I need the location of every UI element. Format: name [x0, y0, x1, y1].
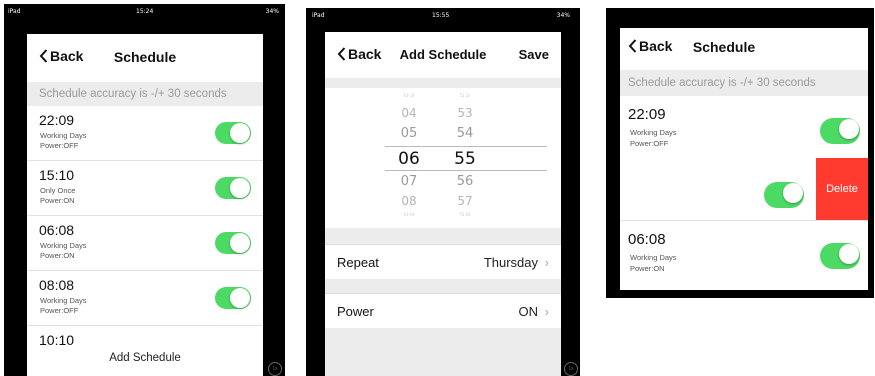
accuracy-note: Schedule accuracy is -/+ 30 seconds	[27, 82, 263, 106]
schedule-toggle[interactable]	[820, 118, 860, 144]
repeat-label: Repeat	[337, 255, 379, 270]
accuracy-note: Schedule accuracy is -/+ 30 seconds	[620, 70, 868, 96]
power-value-text: ON	[518, 304, 539, 319]
status-battery: 34%	[265, 8, 279, 15]
schedule-power: Power:OFF	[40, 141, 79, 150]
device-frame-add-schedule: iPad 15:55 34% Back Add Schedule Save 03…	[306, 8, 580, 376]
schedule-toggle[interactable]	[215, 232, 251, 254]
schedule-time: 22:09	[628, 106, 666, 123]
schedule-time: 15:10	[39, 167, 75, 183]
chevron-right-icon: ›	[544, 255, 549, 270]
schedule-toggle[interactable]	[764, 182, 804, 208]
schedule-power: Power:ON	[630, 264, 665, 273]
picker-hour[interactable]: 08	[389, 194, 429, 208]
picker-minute[interactable]: 54	[445, 126, 485, 141]
picker-hour[interactable]: 07	[389, 174, 429, 189]
add-schedule-button[interactable]: Add Schedule	[27, 352, 263, 364]
section-separator	[325, 279, 561, 293]
picker-selection-bottom	[385, 170, 547, 171]
screen: Back Schedule Schedule accuracy is -/+ 3…	[27, 34, 263, 376]
schedule-toggle[interactable]	[215, 287, 251, 309]
power-label: Power	[337, 304, 374, 319]
nav-bar: Back Schedule	[620, 28, 868, 70]
schedule-time: 06:08	[628, 231, 666, 248]
power-value: ON ›	[519, 304, 549, 319]
device-frame-schedule-list: iPad 15:24 34% Back Schedule Schedule ac…	[4, 4, 285, 376]
picker-hour[interactable]: 03	[389, 94, 429, 99]
picker-minute[interactable]: 58	[445, 213, 485, 218]
schedule-time: 10:10	[39, 332, 75, 348]
screen: Back Schedule Schedule accuracy is -/+ 3…	[620, 28, 868, 290]
schedule-row[interactable]: 22:09 Working Days Power:OFF	[27, 106, 263, 161]
device-frame-swipe-delete: Back Schedule Schedule accuracy is -/+ 3…	[606, 8, 874, 298]
status-bar: iPad 15:55 34%	[306, 8, 580, 22]
delete-button[interactable]: Delete	[816, 158, 868, 220]
power-row[interactable]: Power ON ›	[325, 293, 561, 329]
schedule-toggle[interactable]	[215, 177, 251, 199]
schedule-days: Working Days	[630, 128, 677, 137]
section-separator	[325, 228, 561, 244]
nav-bar: Back Schedule	[27, 34, 263, 82]
nav-bar: Back Add Schedule Save	[325, 32, 561, 78]
repeat-value-text: Thursday	[483, 255, 539, 270]
schedule-row[interactable]: 08:08 Working Days Power:OFF	[27, 271, 263, 326]
status-carrier: iPad	[8, 8, 21, 15]
zoom-badge: 1x	[564, 362, 578, 376]
schedule-row[interactable]: 10:10	[27, 326, 263, 376]
screen: Back Add Schedule Save 03 04 05 06 07 08…	[325, 32, 561, 376]
schedule-power: Power:OFF	[630, 139, 669, 148]
picker-hour[interactable]: 09	[389, 213, 429, 218]
schedule-power: Power:OFF	[40, 306, 79, 315]
status-carrier: iPad	[312, 12, 325, 19]
picker-minute[interactable]: 56	[445, 174, 485, 189]
picker-hour[interactable]: 05	[389, 126, 429, 141]
repeat-row[interactable]: Repeat Thursday ›	[325, 244, 561, 280]
chevron-right-icon: ›	[544, 304, 549, 319]
status-time: 15:24	[136, 8, 154, 15]
picker-selection-top	[385, 146, 547, 147]
schedule-power: Power:ON	[40, 251, 75, 260]
repeat-value: Thursday ›	[484, 255, 549, 270]
swiped-row[interactable]: Delete	[620, 158, 868, 221]
zoom-badge: 1x	[268, 362, 282, 376]
schedule-days: Working Days	[40, 241, 87, 250]
status-battery: 34%	[556, 12, 570, 19]
picker-hour-selected[interactable]: 06	[389, 149, 429, 169]
schedule-row[interactable]: 06:08 Working Days Power:ON	[620, 221, 868, 290]
save-button[interactable]: Save	[519, 47, 549, 62]
schedule-row[interactable]: 22:09 Working Days Power:OFF	[620, 96, 868, 159]
schedule-toggle[interactable]	[820, 243, 860, 269]
schedule-days: Working Days	[630, 253, 677, 262]
status-bar: iPad 15:24 34%	[4, 4, 285, 18]
schedule-days: Working Days	[40, 296, 87, 305]
empty-area	[325, 328, 561, 376]
picker-minute-selected[interactable]: 55	[445, 149, 485, 169]
schedule-time: 08:08	[39, 277, 75, 293]
schedule-row[interactable]: 15:10 Only Once Power:ON	[27, 161, 263, 216]
schedule-days: Working Days	[40, 131, 87, 140]
picker-hour[interactable]: 04	[389, 106, 429, 120]
schedule-power: Power:ON	[40, 196, 75, 205]
picker-minute[interactable]: 52	[445, 94, 485, 99]
picker-minute[interactable]: 57	[445, 194, 485, 208]
time-picker[interactable]: 03 04 05 06 07 08 09 52 53 54 55 56 57 5…	[325, 88, 561, 228]
schedule-days: Only Once	[40, 186, 76, 195]
schedule-time: 22:09	[39, 112, 75, 128]
page-title: Schedule	[113, 49, 177, 65]
schedule-row[interactable]: 06:08 Working Days Power:ON	[27, 216, 263, 271]
status-time: 15:55	[432, 12, 450, 19]
schedule-time: 06:08	[39, 222, 75, 238]
picker-minute[interactable]: 53	[445, 106, 485, 120]
section-separator	[325, 78, 561, 88]
page-title: Schedule	[692, 39, 756, 55]
schedule-toggle[interactable]	[215, 122, 251, 144]
